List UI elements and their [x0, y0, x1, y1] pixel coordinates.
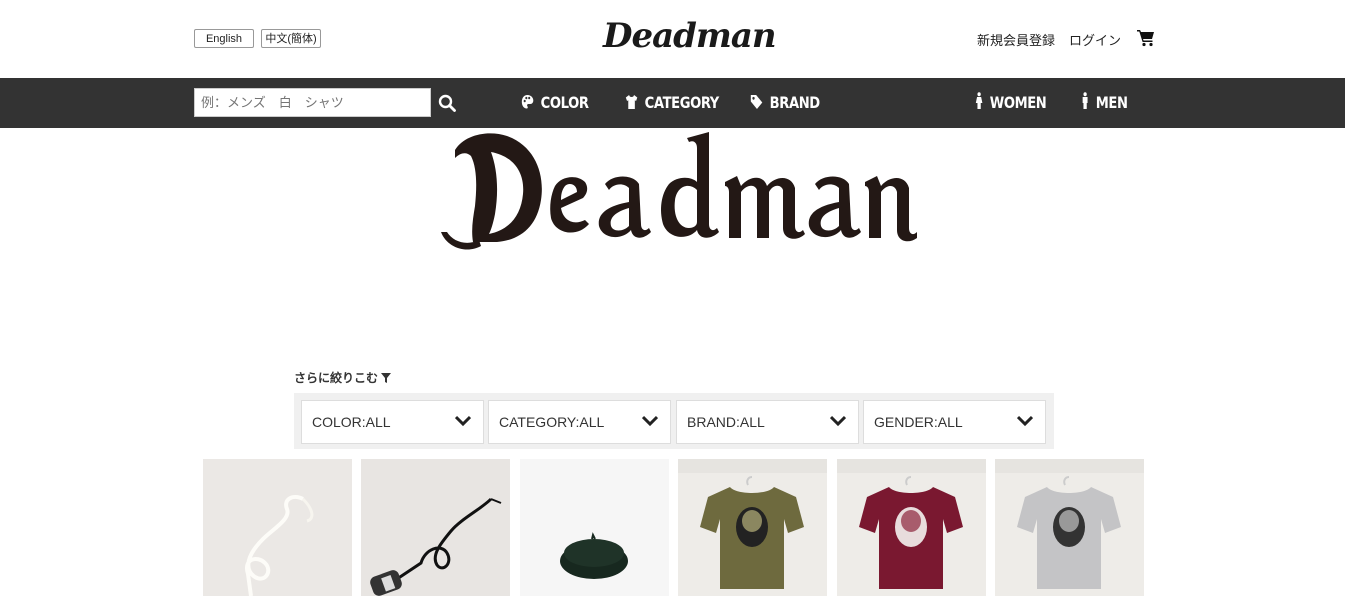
hero-logo [441, 132, 917, 250]
color-select-value: COLOR:ALL [312, 414, 391, 430]
category-select[interactable]: CATEGORY:ALL [488, 400, 671, 444]
product-black-cord-necklace[interactable] [361, 459, 510, 596]
lang-english-button[interactable]: English [194, 29, 254, 48]
brand-select[interactable]: BRAND:ALL [676, 400, 859, 444]
cart-icon[interactable] [1137, 29, 1155, 47]
brand-select-value: BRAND:ALL [687, 414, 765, 430]
nav-brand-label: BRAND [769, 93, 820, 112]
search-input[interactable] [194, 88, 431, 117]
product-burgundy-tshirt[interactable] [837, 459, 986, 596]
product-image [560, 532, 628, 579]
gender-select-value: GENDER:ALL [874, 414, 963, 430]
tshirt-icon [625, 95, 638, 109]
top-header: English 中文(簡体) Deadman 新規会員登録 ログイン [0, 0, 1345, 78]
female-icon [975, 92, 983, 109]
product-image [837, 459, 986, 589]
product-green-beret[interactable] [520, 459, 669, 596]
product-image [244, 495, 314, 596]
nav-men-label: MEN [1095, 93, 1128, 112]
nav-women-label: WOMEN [989, 93, 1047, 112]
nav-color-label: COLOR [540, 93, 589, 112]
search-icon[interactable] [438, 94, 456, 112]
nav-men[interactable]: MEN [1081, 91, 1128, 115]
register-link[interactable]: 新規会員登録 [977, 30, 1055, 49]
male-icon [1082, 92, 1088, 109]
product-image [370, 497, 502, 596]
tag-icon [750, 95, 763, 109]
filter-title-label: さらに絞りこむ [294, 371, 379, 385]
filter-icon [381, 373, 392, 383]
main-nav: COLOR CATEGORY BRAND WOMEN MEN [0, 78, 1345, 128]
lang-chinese-button[interactable]: 中文(簡体) [261, 29, 321, 48]
filter-panel: COLOR:ALL CATEGORY:ALL BRAND:ALL GENDER:… [294, 393, 1054, 449]
login-link[interactable]: ログイン [1069, 30, 1121, 49]
nav-category-label: CATEGORY [644, 93, 720, 112]
category-select-value: CATEGORY:ALL [499, 414, 605, 430]
product-grey-tshirt[interactable] [995, 459, 1144, 596]
nav-category[interactable]: CATEGORY [625, 91, 719, 115]
chevron-down-icon [1017, 415, 1033, 427]
product-white-cord-necklace[interactable] [203, 459, 352, 596]
chevron-down-icon [830, 415, 846, 427]
gender-select[interactable]: GENDER:ALL [863, 400, 1046, 444]
nav-brand[interactable]: BRAND [750, 91, 820, 115]
nav-color[interactable]: COLOR [521, 91, 589, 115]
product-olive-tshirt[interactable] [678, 459, 827, 596]
filter-title: さらに絞りこむ [294, 369, 392, 386]
site-logo[interactable]: Deadman [603, 16, 777, 56]
chevron-down-icon [642, 415, 658, 427]
chevron-down-icon [455, 415, 471, 427]
product-image [678, 459, 827, 589]
color-select[interactable]: COLOR:ALL [301, 400, 484, 444]
palette-icon [521, 95, 534, 109]
nav-women[interactable]: WOMEN [975, 91, 1047, 115]
product-image [995, 459, 1144, 589]
